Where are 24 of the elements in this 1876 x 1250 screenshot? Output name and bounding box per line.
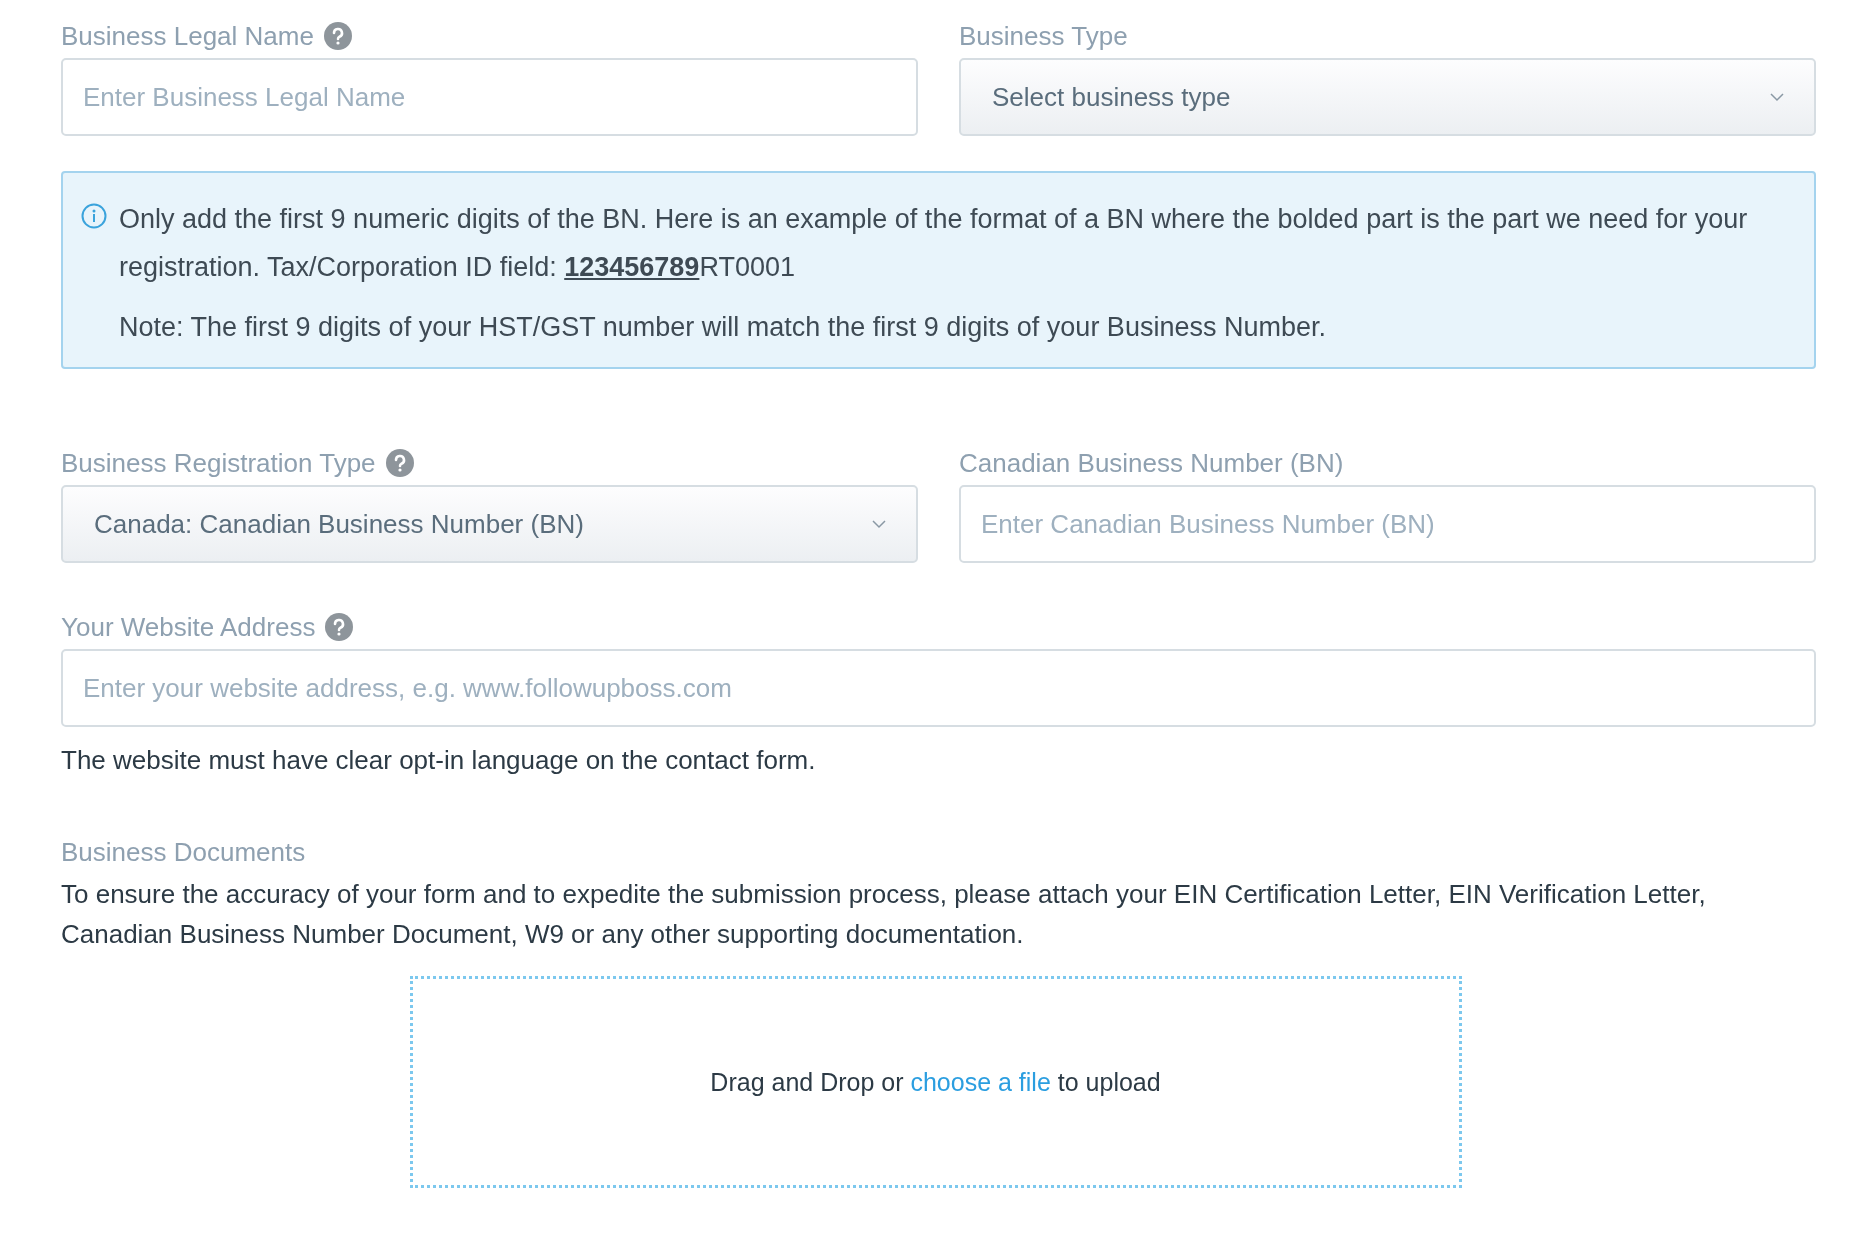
help-icon[interactable] (385, 449, 414, 477)
chevron-down-icon (872, 519, 886, 529)
field-label: Your Website Address (61, 611, 316, 643)
section-description: To ensure the accuracy of your form and to expedite the submission process, please attach your EIN Certification Letter, EIN Verification Letter, Canadian Business Number Document, W9 or any other supporting documentation. (61, 878, 1707, 951)
field-label: Canadian Business Number (BN) (959, 447, 1344, 479)
field-label: Business Type (959, 20, 1128, 52)
info-icon (81, 203, 107, 229)
text-input-field[interactable]: Enter your website address, e.g. www.followupboss.com (61, 649, 1816, 727)
help-icon[interactable] (325, 613, 354, 641)
info-text: Note: The first 9 digits of your HST/GST number will match the first 9 digits of your Business Number. (119, 311, 1327, 344)
chevron-down-icon (1770, 92, 1784, 102)
drop-zone-text: Drag and Drop or choose a file to upload (710, 1067, 1161, 1097)
file-drop-zone[interactable]: Drag and Drop or choose a file to upload (409, 976, 1462, 1188)
choose-file-link[interactable]: choose a file (910, 1067, 1051, 1096)
field-label: Business Registration Type (61, 447, 376, 479)
field-label: Business Legal Name (61, 20, 314, 52)
text-input-field[interactable]: Enter Canadian Business Number (BN) (959, 485, 1816, 563)
info-text: Only add the first 9 numeric digits of the BN. Here is an example of the format of a BN where the bolded part is the part we need for your registration. Tax/Corporation ID field: 123456789RT0001 (119, 203, 1749, 284)
select-dropdown[interactable]: Canada: Canadian Business Number (BN) (61, 485, 918, 563)
help-icon[interactable] (323, 22, 352, 50)
helper-text: The website must have clear opt-in language on the contact form. (61, 746, 817, 774)
select-dropdown[interactable]: Select business type (959, 58, 1816, 136)
section-title: Business Documents (61, 836, 307, 868)
text-input-field[interactable]: Enter Business Legal Name (61, 58, 918, 136)
